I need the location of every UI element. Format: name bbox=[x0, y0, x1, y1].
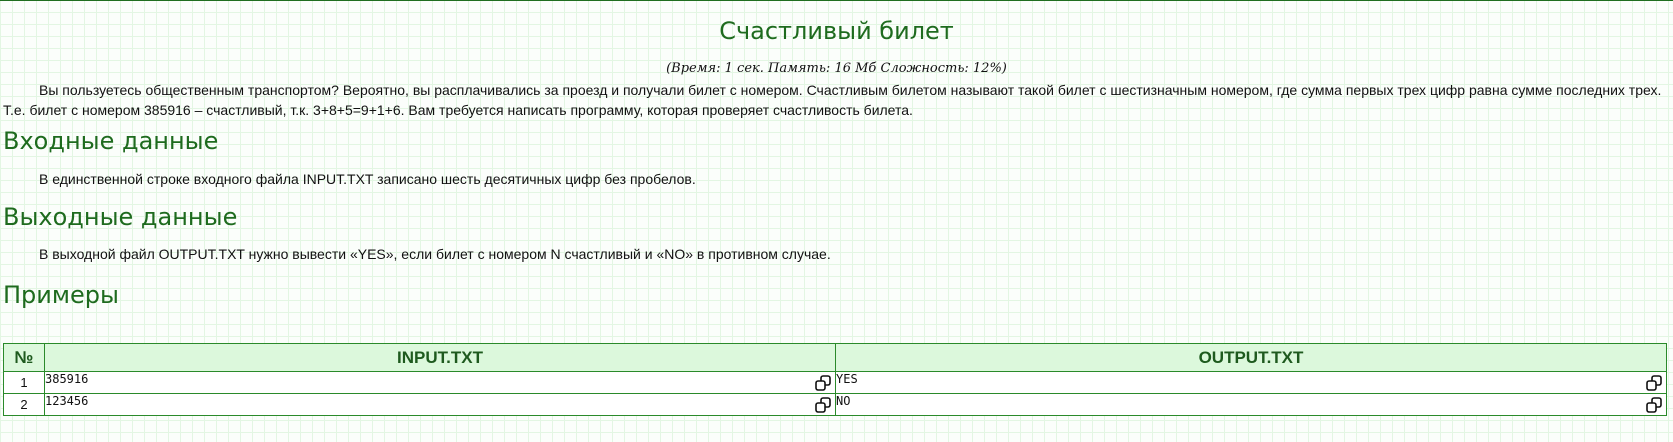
examples-table: № INPUT.TXT OUTPUT.TXT 1 385916 YES 2 12… bbox=[3, 343, 1667, 416]
input-heading: Входные данные bbox=[3, 127, 219, 155]
column-header-output: OUTPUT.TXT bbox=[835, 343, 1667, 372]
problem-statement: Вы пользуетесь общественным транспортом?… bbox=[3, 82, 1662, 118]
problem-limits: (Время: 1 сек. Память: 16 Мб Сложность: … bbox=[666, 61, 1007, 76]
input-description: В единственной строке входного файла INP… bbox=[39, 171, 696, 187]
example-input-value: 385916 bbox=[45, 372, 89, 386]
table-row: 2 123456 NO bbox=[3, 393, 1667, 416]
copy-icon[interactable] bbox=[1646, 397, 1662, 413]
example-output-cell: YES bbox=[835, 371, 1667, 394]
example-output-cell: NO bbox=[835, 393, 1667, 416]
problem-title: Счастливый билет bbox=[719, 17, 954, 45]
examples-heading: Примеры bbox=[3, 281, 119, 309]
copy-icon[interactable] bbox=[1646, 375, 1662, 391]
example-input-value: 123456 bbox=[45, 394, 89, 408]
copy-icon[interactable] bbox=[815, 397, 831, 413]
example-input-cell: 123456 bbox=[44, 393, 836, 416]
example-input-cell: 385916 bbox=[44, 371, 836, 394]
example-output-value: NO bbox=[836, 394, 851, 408]
column-header-number: № bbox=[3, 343, 45, 372]
output-heading: Выходные данные bbox=[3, 203, 238, 231]
column-header-input: INPUT.TXT bbox=[44, 343, 836, 372]
row-number: 1 bbox=[3, 371, 45, 394]
copy-icon[interactable] bbox=[815, 375, 831, 391]
output-description: В выходной файл OUTPUT.TXT нужно вывести… bbox=[39, 246, 831, 262]
row-number: 2 bbox=[3, 393, 45, 416]
examples-header-row: № INPUT.TXT OUTPUT.TXT bbox=[3, 343, 1667, 372]
example-output-value: YES bbox=[836, 372, 858, 386]
table-row: 1 385916 YES bbox=[3, 371, 1667, 394]
